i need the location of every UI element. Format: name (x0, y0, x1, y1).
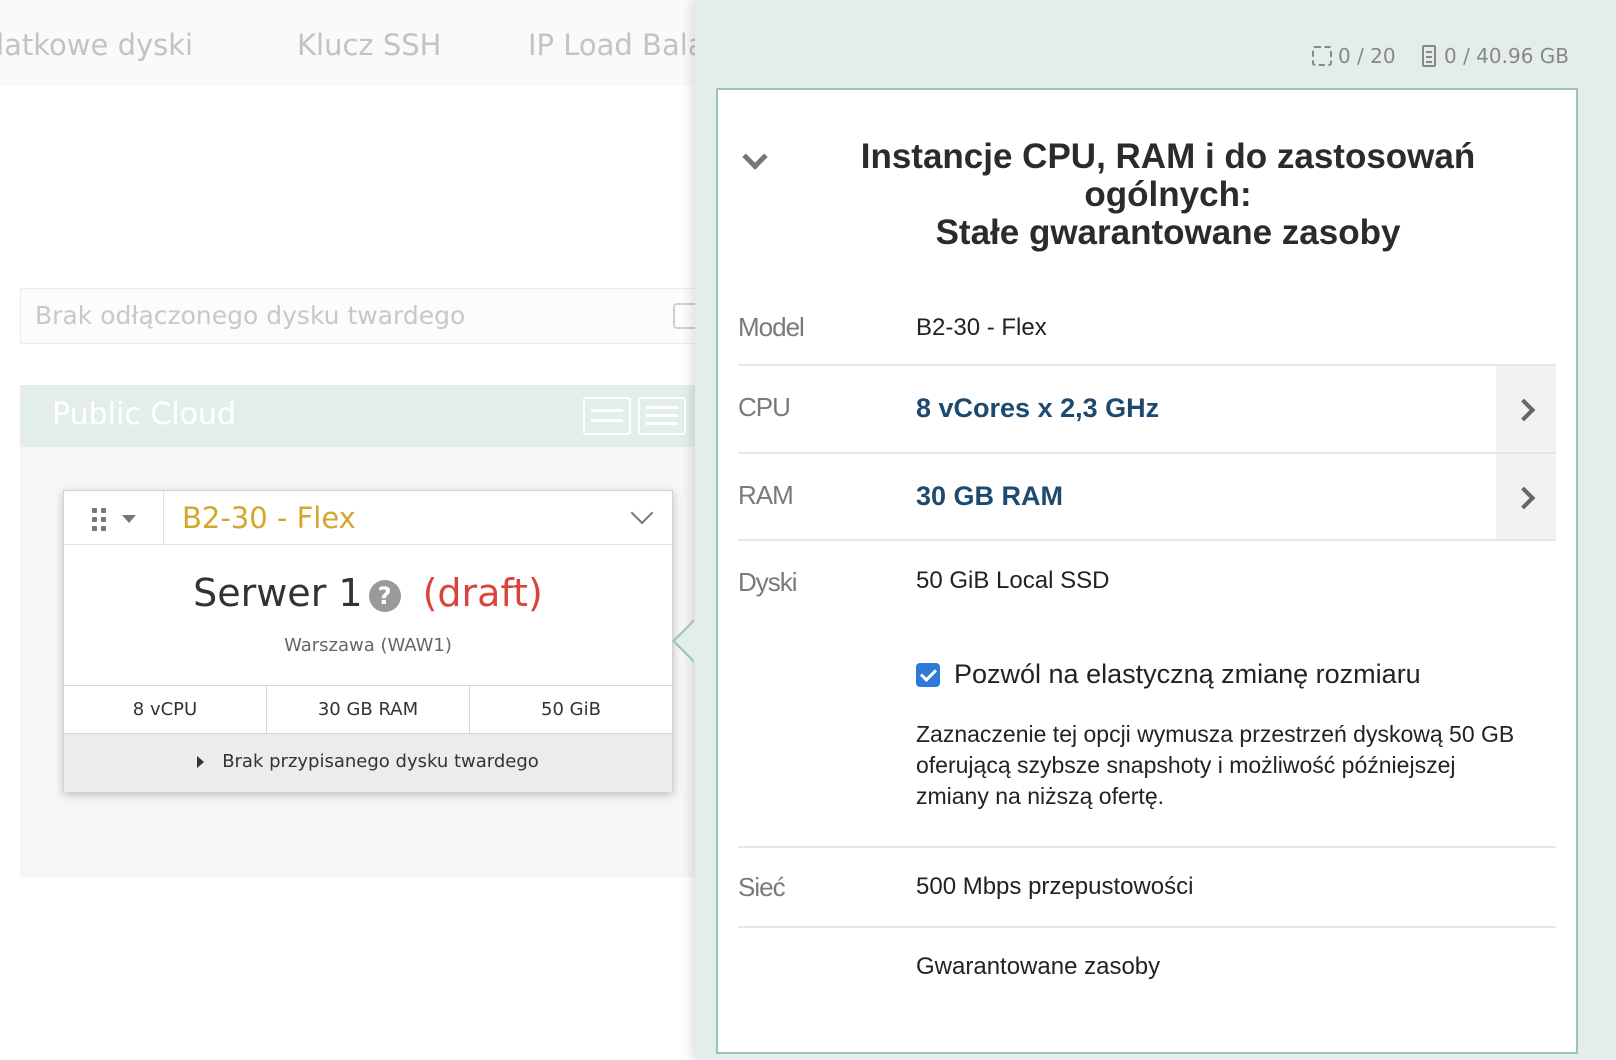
tab-ip-load-balancer[interactable]: IP Load Bala (528, 28, 695, 62)
detached-disk-search[interactable]: Brak odłączonego dysku twardego (20, 288, 695, 344)
server-title: Serwer 1? (draft) (64, 571, 672, 615)
checkbox-checked-icon[interactable] (916, 663, 940, 687)
cpu-row[interactable]: CPU 8 vCores x 2,3 GHz (738, 366, 1556, 454)
cpu-label: CPU (738, 392, 791, 422)
list-line (591, 419, 623, 422)
cpu-value: 8 vCores x 2,3 GHz (916, 393, 1160, 423)
search-zoom-icon[interactable] (673, 303, 695, 329)
background-page: odatkowe dyski Klucz SSH IP Load Bala Br… (0, 0, 695, 1060)
chevron-down-icon[interactable] (630, 501, 654, 525)
help-icon[interactable]: ? (368, 579, 401, 612)
network-label: Sieć (738, 872, 786, 902)
disks-row: Dyski 50 GiB Local SSD (738, 541, 1556, 621)
ram-value: 30 GB RAM (916, 481, 1064, 511)
chevron-right-icon[interactable] (1496, 366, 1556, 452)
disks-value: 50 GiB Local SSD (916, 567, 1110, 594)
caret-right-icon (197, 756, 205, 768)
storage-quota-value: 0 / 40.96 GB (1444, 44, 1570, 68)
server-specs: 8 vCPU 30 GB RAM 50 GiB (64, 685, 672, 734)
flex-checkbox-label[interactable]: Pozwól na elastyczną zmianę rozmiaru (954, 659, 1421, 690)
storage-quota: 0 / 40.96 GB (1422, 44, 1569, 68)
memory-icon (1422, 45, 1436, 67)
draft-status: (draft) (422, 571, 543, 615)
spec-cpu: 8 vCPU (64, 686, 267, 733)
model-value: B2-30 - Flex (916, 314, 1047, 341)
list-line (646, 422, 678, 425)
tab-ssh-key[interactable]: Klucz SSH (297, 28, 441, 62)
search-placeholder: Brak odłączonego dysku twardego (35, 301, 466, 330)
guarantee-value: Gwarantowane zasoby (916, 953, 1161, 980)
drag-zone[interactable] (64, 491, 164, 545)
top-tabs: odatkowe dyski Klucz SSH IP Load Bala (0, 0, 695, 86)
tab-additional-disks[interactable]: odatkowe dyski (0, 28, 193, 62)
cpu-chip-icon (1312, 46, 1332, 66)
attached-disk-toggle[interactable]: Brak przypisanego dysku twardego (64, 734, 672, 792)
ram-row[interactable]: RAM 30 GB RAM (738, 454, 1556, 541)
list-line (591, 409, 623, 412)
public-cloud-title: Public Cloud (52, 397, 237, 432)
cpu-quota-value: 0 / 20 (1338, 44, 1396, 68)
chevron-right-icon[interactable] (1496, 454, 1556, 539)
flex-option: Pozwól na elastyczną zmianę rozmiaru Zaz… (738, 659, 1556, 848)
cpu-quota: 0 / 20 (1312, 44, 1396, 68)
model-row: Model B2-30 - Flex (738, 294, 1556, 366)
caret-down-icon[interactable] (122, 515, 136, 523)
spec-ram: 30 GB RAM (267, 686, 470, 733)
view-large-list-button[interactable] (583, 397, 631, 435)
flavor-category-title: Instancje CPU, RAM i do zastosowań ogóln… (798, 138, 1538, 252)
server-model: B2-30 - Flex (182, 501, 356, 535)
title-line: ogólnych: (1084, 175, 1252, 214)
chevron-down-icon[interactable] (742, 144, 768, 170)
spec-disk: 50 GiB (541, 699, 601, 720)
title-line: Instancje CPU, RAM i do zastosowań (860, 137, 1476, 176)
disks-label: Dyski (738, 567, 798, 597)
public-cloud-header: Public Cloud (20, 385, 695, 447)
server-card-header: B2-30 - Flex (64, 491, 672, 545)
flex-description: Zaznaczenie tej opcji wymusza przestrzeń… (916, 721, 1515, 809)
callout-pointer (672, 619, 695, 663)
network-row: Sieć 500 Mbps przepustowości (738, 848, 1556, 928)
network-value: 500 Mbps przepustowości (916, 873, 1194, 900)
title-line: Stałe gwarantowane zasoby (935, 213, 1401, 252)
guarantee-row: Gwarantowane zasoby (738, 928, 1556, 1008)
list-line (646, 406, 678, 409)
list-line (646, 414, 678, 417)
server-card[interactable]: B2-30 - Flex Serwer 1? (draft) Warszawa (… (63, 490, 673, 792)
server-location: Warszawa (WAW1) (284, 635, 452, 656)
server-name: Serwer 1 (193, 571, 363, 615)
view-compact-list-button[interactable] (638, 397, 686, 435)
model-label: Model (738, 312, 805, 342)
ram-label: RAM (738, 480, 794, 510)
flavor-detail-card: Instancje CPU, RAM i do zastosowań ogóln… (716, 88, 1578, 1054)
no-disk-label: Brak przypisanego dysku twardego (222, 751, 539, 772)
drag-handle-icon[interactable] (92, 508, 106, 531)
